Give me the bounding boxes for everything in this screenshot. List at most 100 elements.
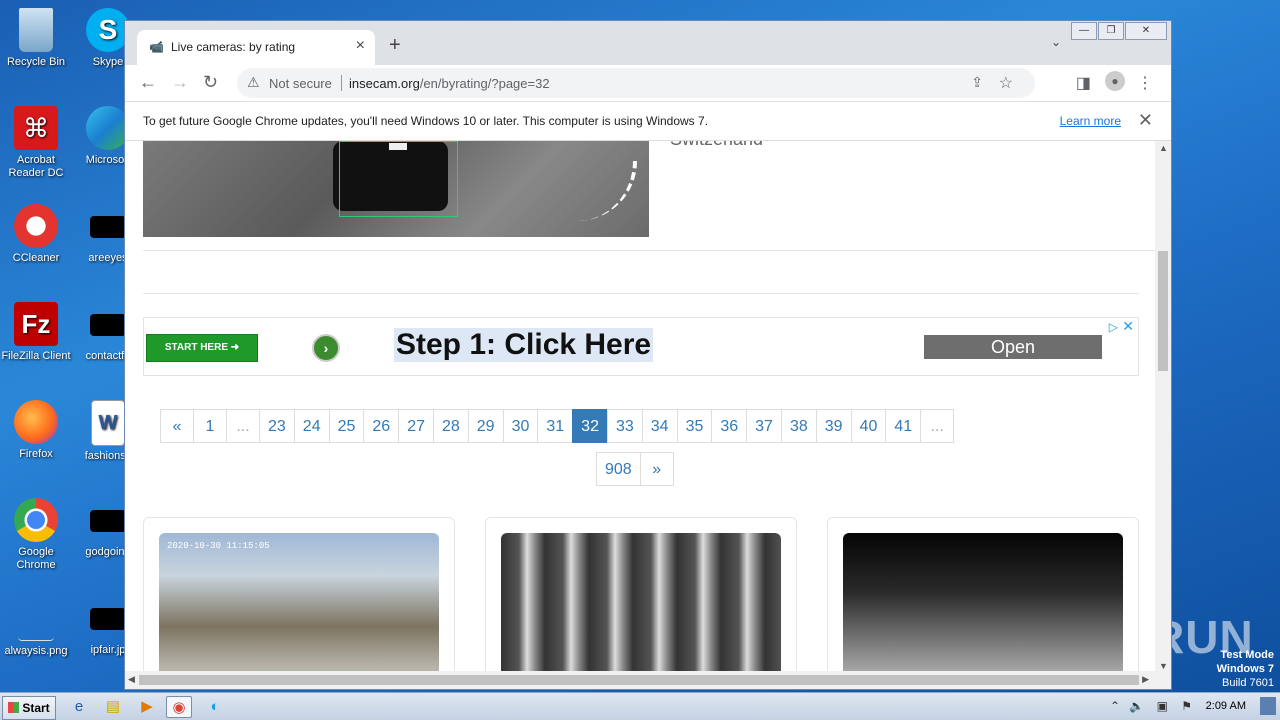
- action-center-flag-icon[interactable]: ⚑: [1181, 699, 1192, 713]
- horizontal-rule: [143, 293, 1139, 294]
- new-tab-button[interactable]: +: [389, 34, 401, 57]
- pagination-link: ...: [920, 409, 955, 443]
- desktop-icon-recycle-bin[interactable]: Recycle Bin: [0, 8, 72, 69]
- tab-close-icon[interactable]: ×: [356, 37, 365, 55]
- menu-kebab-icon[interactable]: ⋮: [1137, 73, 1153, 93]
- pagination-link[interactable]: 35: [676, 409, 713, 443]
- file-icon: [90, 608, 126, 630]
- camera-card[interactable]: 2020-10-30 11:15:05: [143, 517, 455, 673]
- forward-arrow-icon[interactable]: →: [171, 72, 189, 93]
- ad-headline[interactable]: Step 1: Click Here: [394, 328, 654, 362]
- desktop-icon-label: FileZilla Client: [1, 350, 71, 362]
- url-text[interactable]: insecam.org/en/byrating/?page=32: [349, 76, 550, 91]
- pagination-link[interactable]: 31: [537, 409, 574, 443]
- pagination-link[interactable]: 1: [193, 409, 227, 443]
- warning-triangle-icon[interactable]: ⚠: [247, 74, 260, 91]
- side-panel-icon[interactable]: ◨: [1076, 73, 1091, 93]
- camera-thumbnail[interactable]: 2020-10-30 11:15:05: [159, 533, 439, 673]
- volume-icon[interactable]: 🔈: [1129, 699, 1144, 713]
- browser-tab[interactable]: 📹 Live cameras: by rating ×: [137, 30, 375, 65]
- pagination-link[interactable]: «: [160, 409, 194, 443]
- scrollbar-thumb[interactable]: [1158, 251, 1168, 371]
- infobar-close-icon[interactable]: ✕: [1138, 110, 1153, 131]
- update-infobar: To get future Google Chrome updates, you…: [125, 101, 1171, 141]
- pagination-current-page[interactable]: 32: [572, 409, 608, 443]
- bookmark-star-icon[interactable]: ☆: [999, 73, 1013, 93]
- scrollbar-thumb[interactable]: [139, 675, 1139, 685]
- adchoices-icon[interactable]: ▷: [1109, 320, 1118, 334]
- ad-arrow-circle-icon[interactable]: ›: [312, 334, 340, 362]
- address-bar[interactable]: ⚠ Not secure insecam.org/en/byrating/?pa…: [237, 68, 1035, 98]
- edge-taskbar-icon[interactable]: ◐: [202, 696, 228, 718]
- media-player-icon[interactable]: ▶: [134, 696, 160, 718]
- desktop-icon-label: ipfair.jp: [90, 644, 126, 656]
- tray-expand-icon[interactable]: ⌃: [1110, 699, 1120, 713]
- close-window-button[interactable]: ✕: [1125, 22, 1167, 40]
- pagination-link[interactable]: 26: [363, 409, 400, 443]
- pagination-link[interactable]: 908: [596, 452, 641, 486]
- plate-shape: [389, 143, 407, 150]
- word-document-icon: W: [91, 400, 125, 446]
- profile-avatar-icon[interactable]: ●: [1105, 71, 1125, 91]
- acrobat-icon: ⌘: [14, 106, 58, 150]
- pagination-link[interactable]: 34: [641, 409, 678, 443]
- pagination-link[interactable]: 25: [328, 409, 365, 443]
- scroll-down-arrow-icon[interactable]: ▼: [1159, 661, 1168, 671]
- restore-button[interactable]: ❐: [1098, 22, 1124, 40]
- chrome-taskbar-icon[interactable]: ◉: [166, 696, 192, 718]
- scroll-up-arrow-icon[interactable]: ▲: [1159, 143, 1168, 153]
- network-icon[interactable]: ▣: [1157, 699, 1168, 713]
- camera-thumbnail[interactable]: [143, 141, 649, 237]
- taskbar: Start e ▤ ▶ ◉ ◐ ⌃ 🔈 ▣ ⚑ 2:09 AM: [0, 692, 1280, 720]
- learn-more-link[interactable]: Learn more: [1060, 114, 1121, 128]
- scroll-left-arrow-icon[interactable]: ◀: [128, 674, 135, 685]
- ad-start-here-button[interactable]: START HERE ➜: [146, 334, 258, 362]
- back-arrow-icon[interactable]: ←: [139, 72, 157, 93]
- firefox-icon: [14, 400, 58, 444]
- internet-explorer-icon[interactable]: e: [66, 696, 92, 718]
- tab-search-chevron-icon[interactable]: ⌄: [1051, 35, 1061, 49]
- pagination-link[interactable]: 29: [467, 409, 504, 443]
- pagination-link[interactable]: 23: [259, 409, 295, 443]
- pagination-link[interactable]: 39: [815, 409, 852, 443]
- pagination-link[interactable]: 41: [885, 409, 922, 443]
- pagination-link[interactable]: 27: [398, 409, 434, 443]
- ad-close-icon[interactable]: ✕: [1122, 318, 1134, 335]
- minimize-button[interactable]: —: [1071, 22, 1097, 40]
- build-line: Build 7601: [1222, 677, 1274, 689]
- pagination-link[interactable]: 30: [502, 409, 539, 443]
- pagination-link[interactable]: 40: [850, 409, 887, 443]
- reload-icon[interactable]: ↻: [203, 72, 218, 93]
- pagination-link[interactable]: 37: [746, 409, 782, 443]
- file-explorer-icon[interactable]: ▤: [100, 696, 126, 718]
- desktop-icon-label: Acrobat Reader DC: [8, 154, 64, 179]
- pagination-link[interactable]: 24: [293, 409, 330, 443]
- share-icon[interactable]: ⇪: [971, 74, 983, 91]
- security-label[interactable]: Not secure: [269, 76, 332, 91]
- desktop-icon-acrobat[interactable]: ⌘ Acrobat Reader DC: [0, 106, 72, 180]
- camera-thumbnail[interactable]: [501, 533, 781, 673]
- scroll-right-arrow-icon[interactable]: ▶: [1142, 674, 1149, 685]
- advertisement-banner[interactable]: START HERE ➜ › Step 1: Click Here Open ▷…: [143, 317, 1139, 376]
- pagination-link[interactable]: 36: [711, 409, 748, 443]
- pagination-link[interactable]: 28: [432, 409, 469, 443]
- desktop-icon-ccleaner[interactable]: CCleaner: [0, 204, 72, 265]
- desktop-icon-filezilla[interactable]: Fz FileZilla Client: [0, 302, 72, 363]
- page-content: Switzerland START HERE ➜ › Step 1: Click…: [125, 141, 1157, 673]
- desktop-icon-chrome[interactable]: Google Chrome: [0, 498, 72, 572]
- camera-location-caption[interactable]: Switzerland: [670, 141, 763, 150]
- pagination-link[interactable]: 38: [780, 409, 817, 443]
- desktop-icon-alwaysis[interactable]: alwaysis.png: [0, 596, 72, 658]
- desktop-icon-firefox[interactable]: Firefox: [0, 400, 72, 461]
- show-desktop-button[interactable]: [1260, 697, 1276, 715]
- camera-card[interactable]: [827, 517, 1139, 673]
- start-button[interactable]: Start: [2, 696, 56, 720]
- pagination-link[interactable]: 33: [606, 409, 643, 443]
- ad-open-button[interactable]: Open: [924, 335, 1102, 359]
- camera-card[interactable]: [485, 517, 797, 673]
- system-clock[interactable]: 2:09 AM: [1206, 700, 1246, 712]
- camera-thumbnail[interactable]: [843, 533, 1123, 673]
- vertical-scrollbar[interactable]: ▲ ▼: [1155, 141, 1171, 673]
- pagination-link[interactable]: »: [639, 452, 674, 486]
- horizontal-scrollbar[interactable]: ◀ ▶: [125, 671, 1171, 689]
